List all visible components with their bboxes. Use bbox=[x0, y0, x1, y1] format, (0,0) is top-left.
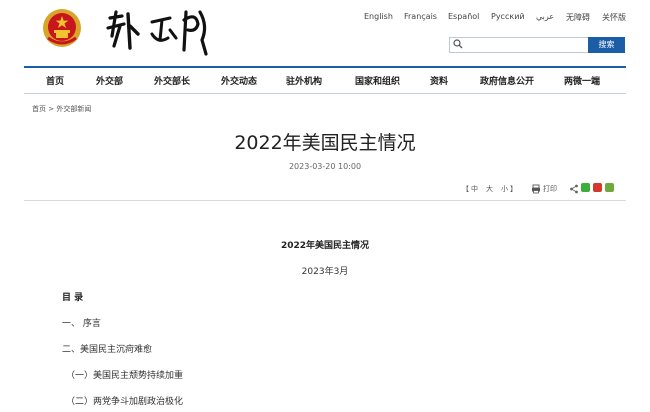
main-nav: 首页 外交部 外交部长 外交动态 驻外机构 国家和组织 资料 政府信息公开 两微… bbox=[24, 70, 626, 92]
nav-minister[interactable]: 外交部长 bbox=[154, 74, 190, 87]
toc-heading: 目 录 bbox=[62, 293, 84, 303]
body-date: 2023年3月 bbox=[301, 267, 349, 277]
nav-bottom-border bbox=[24, 93, 626, 94]
font-size-bracket-open: 【 bbox=[462, 185, 469, 193]
search-icon bbox=[453, 39, 463, 49]
toc-item-section-2: 二、美国民主沉疴难愈 bbox=[62, 345, 153, 355]
weibo-share-icon[interactable] bbox=[593, 183, 602, 192]
font-size-bracket-close: 】 bbox=[510, 185, 517, 193]
toc-item-preface: 一、 序言 bbox=[62, 319, 101, 329]
nav-social[interactable]: 两微一端 bbox=[564, 74, 600, 87]
print-label[interactable]: 打印 bbox=[543, 184, 557, 196]
lang-spanish[interactable]: Español bbox=[448, 12, 479, 21]
wechat-share-icon[interactable] bbox=[581, 183, 590, 192]
breadcrumb: 首页 > 外交部新闻 bbox=[32, 104, 91, 114]
breadcrumb-separator: > bbox=[48, 105, 55, 113]
content-divider bbox=[24, 200, 626, 201]
font-size-small[interactable]: 小 bbox=[501, 184, 508, 196]
nav-ministry[interactable]: 外交部 bbox=[96, 74, 123, 87]
nav-home[interactable]: 首页 bbox=[46, 74, 64, 87]
print-icon[interactable] bbox=[531, 184, 541, 194]
lang-russian[interactable]: Русский bbox=[491, 12, 525, 21]
qzone-share-icon[interactable] bbox=[605, 183, 614, 192]
font-size-medium[interactable]: 大 bbox=[486, 184, 493, 196]
national-emblem-icon bbox=[43, 9, 81, 47]
language-links: English Français Español Русский عربي 无障… bbox=[364, 12, 626, 26]
nav-gov-info[interactable]: 政府信息公开 bbox=[480, 74, 534, 87]
accessibility-link[interactable]: 无障碍 bbox=[566, 12, 590, 23]
nav-countries[interactable]: 国家和组织 bbox=[355, 74, 400, 87]
lang-english[interactable]: English bbox=[364, 12, 393, 21]
publish-date: 2023-03-20 10:00 bbox=[288, 162, 362, 171]
lang-french[interactable]: Français bbox=[404, 12, 437, 21]
toc-item-subsection-1: （一）美国民主颓势持续加重 bbox=[66, 371, 184, 381]
nav-activities[interactable]: 外交动态 bbox=[221, 74, 257, 87]
breadcrumb-home[interactable]: 首页 bbox=[32, 105, 46, 113]
search-input[interactable] bbox=[466, 38, 584, 50]
nav-top-border bbox=[24, 66, 626, 68]
elder-care-link[interactable]: 关怀版 bbox=[602, 12, 626, 23]
lang-arabic[interactable]: عربي bbox=[536, 12, 554, 21]
nav-materials[interactable]: 资料 bbox=[430, 74, 448, 87]
font-size-large[interactable]: 中 bbox=[471, 184, 478, 196]
page-title: 2022年美国民主情况 bbox=[234, 132, 416, 154]
breadcrumb-section[interactable]: 外交部新闻 bbox=[56, 105, 91, 113]
share-icon[interactable] bbox=[569, 184, 579, 194]
ministry-calligraphy-logo bbox=[106, 10, 208, 56]
toc-item-subsection-2: （二）两党争斗加剧政治极化 bbox=[66, 397, 184, 407]
nav-missions[interactable]: 驻外机构 bbox=[286, 74, 322, 87]
search-button[interactable]: 搜索 bbox=[588, 37, 625, 53]
body-title: 2022年美国民主情况 bbox=[280, 241, 370, 251]
